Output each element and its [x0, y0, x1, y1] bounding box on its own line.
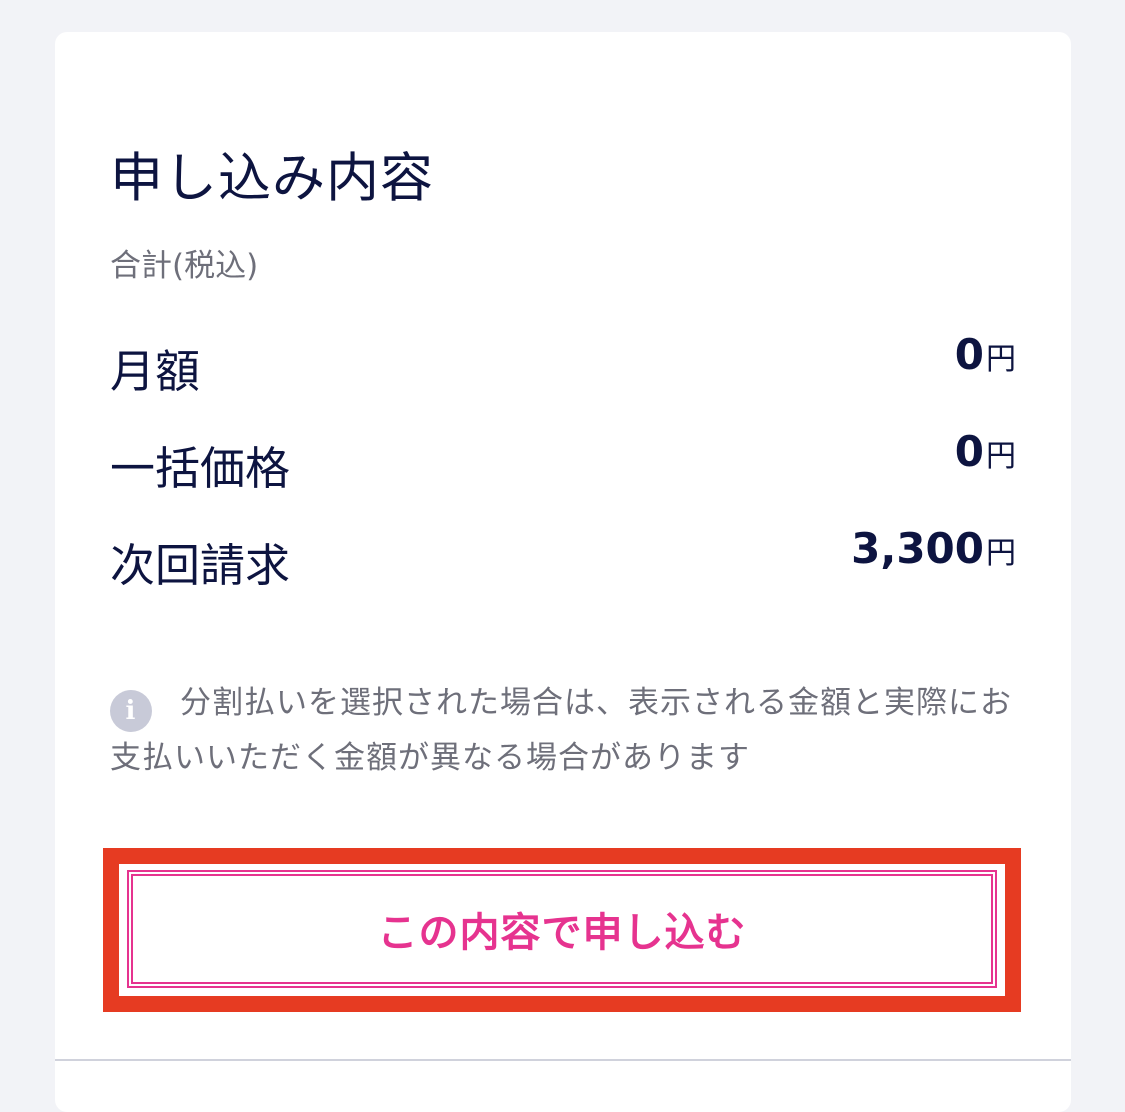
currency-unit: 円	[986, 439, 1016, 474]
installment-note: i 分割払いを選択された場合は、表示される金額と実際にお支払いいただく金額が異なる…	[110, 677, 1020, 785]
order-summary-card: 申し込み内容 合計(税込) 月額 0円 一括価格 0円 次回請求 3,300円 …	[55, 32, 1071, 1112]
page-title: 申し込み内容	[110, 148, 434, 209]
row-label: 月額	[110, 345, 201, 398]
amount: 3,300	[851, 524, 984, 573]
currency-unit: 円	[986, 342, 1016, 377]
info-icon: i	[110, 690, 152, 732]
submit-application-button[interactable]: この内容で申し込む	[127, 870, 997, 988]
summary-row-lump-sum: 一括価格 0円	[110, 427, 1016, 497]
installment-note-text: 分割払いを選択された場合は、表示される金額と実際にお支払いいただく金額が異なる場…	[110, 685, 1012, 776]
row-label: 次回請求	[110, 539, 291, 592]
currency-unit: 円	[986, 536, 1016, 571]
total-tax-included-label: 合計(税込)	[110, 248, 259, 284]
amount: 0	[954, 427, 984, 476]
amount: 0	[954, 330, 984, 379]
row-value: 0円	[955, 427, 1016, 476]
row-value: 3,300円	[851, 524, 1016, 573]
row-label: 一括価格	[110, 442, 291, 495]
summary-row-monthly: 月額 0円	[110, 330, 1016, 400]
summary-row-next-billing: 次回請求 3,300円	[110, 524, 1016, 594]
row-value: 0円	[955, 330, 1016, 379]
divider	[55, 1059, 1071, 1061]
